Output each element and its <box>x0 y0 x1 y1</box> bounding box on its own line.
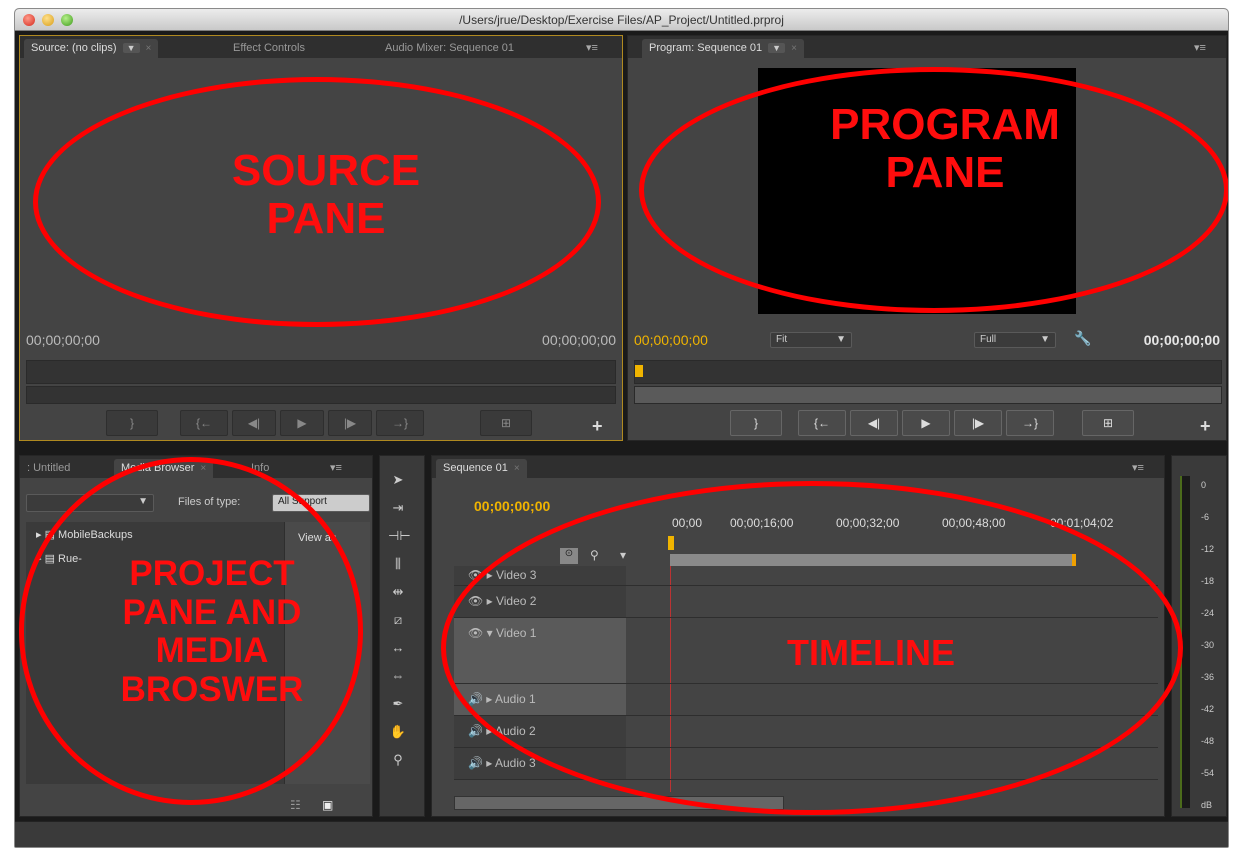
program-tab-bar: Program: Sequence 01 ▼ × ▾≡ <box>628 36 1226 58</box>
source-time-ruler[interactable] <box>26 360 616 384</box>
slide-tool-icon[interactable]: ⇔ <box>388 666 408 686</box>
ripple-edit-tool-icon[interactable]: ⊣⊢ <box>388 526 411 546</box>
rolling-edit-tool-icon[interactable]: ⫼ <box>388 554 408 574</box>
icon-view-icon[interactable]: ▣ <box>322 798 333 812</box>
timeline-tab-bar: Sequence 01 × ▾≡ <box>432 456 1164 478</box>
panel-menu-icon[interactable]: ▾≡ <box>1132 461 1144 474</box>
go-to-in-button[interactable]: {← <box>798 410 846 436</box>
track-label: Audio 3 <box>494 756 536 770</box>
slip-tool-icon[interactable]: ↔ <box>388 638 408 658</box>
mark-out-button[interactable]: } <box>730 410 782 436</box>
add-button-icon[interactable]: + <box>1200 416 1211 437</box>
title-bar: /Users/jrue/Desktop/Exercise Files/AP_Pr… <box>15 9 1228 31</box>
panel-menu-icon[interactable]: ▾≡ <box>1194 41 1206 54</box>
tab-audio-mixer[interactable]: Audio Mixer: Sequence 01 <box>378 39 521 58</box>
program-timecode-left[interactable]: 00;00;00;00 <box>634 332 708 348</box>
status-bar <box>15 821 1228 847</box>
source-tab-bar: Source: (no clips) ▼ × Effect Controls Aud… <box>20 36 622 58</box>
lift-button[interactable]: ⊞ <box>1082 410 1134 436</box>
timeline-timecode[interactable]: 00;00;00;00 <box>474 498 550 514</box>
close-icon[interactable]: × <box>514 463 520 474</box>
meter-label: -24 <box>1201 608 1215 618</box>
timeline-annotation-text: TIMELINE <box>787 632 955 673</box>
meter-label: -12 <box>1201 544 1215 554</box>
speaker-icon[interactable]: 🔊 <box>468 724 483 738</box>
source-timecode-right[interactable]: 00;00;00;00 <box>542 332 616 348</box>
project-annotation-text: PROJECT PANE AND MEDIA BROSWER <box>120 554 304 709</box>
meter-label: -42 <box>1201 704 1215 714</box>
pen-tool-icon[interactable]: ✒ <box>388 694 408 714</box>
play-button[interactable]: ▶ <box>902 410 950 436</box>
quality-dropdown[interactable]: Full ▼ <box>974 332 1056 348</box>
program-timecode-right[interactable]: 00;00;00;00 <box>1144 332 1220 348</box>
meter-label: -30 <box>1201 640 1215 650</box>
meter-label: -6 <box>1201 512 1210 522</box>
window-title: /Users/jrue/Desktop/Exercise Files/AP_Pr… <box>459 13 784 27</box>
program-time-ruler[interactable] <box>634 360 1222 384</box>
step-forward-button[interactable]: |▶ <box>954 410 1002 436</box>
meter-label: -18 <box>1201 576 1215 586</box>
step-forward-button[interactable]: |▶ <box>328 410 372 436</box>
meter-label: -54 <box>1201 768 1215 778</box>
source-timecode-left[interactable]: 00;00;00;00 <box>26 332 100 348</box>
add-button-icon[interactable]: + <box>592 416 603 437</box>
panel-menu-icon[interactable]: ▾≡ <box>586 41 598 54</box>
track-select-tool-icon[interactable]: ⇥ <box>388 498 408 518</box>
step-back-button[interactable]: ◀| <box>850 410 898 436</box>
source-scroll-bar[interactable] <box>26 386 616 404</box>
app-window: /Users/jrue/Desktop/Exercise Files/AP_Pr… <box>14 8 1229 848</box>
tab-program[interactable]: Program: Sequence 01 ▼ × <box>642 39 804 58</box>
chevron-down-icon[interactable]: ▼ <box>768 43 786 53</box>
step-back-button[interactable]: ◀| <box>232 410 276 436</box>
wrench-icon[interactable]: 🔧 <box>1074 330 1091 347</box>
close-icon[interactable]: × <box>146 43 152 54</box>
speaker-icon[interactable]: 🔊 <box>468 756 483 770</box>
program-scroll-bar[interactable] <box>634 386 1222 404</box>
meter-label: 0 <box>1201 480 1207 490</box>
tab-sequence-01[interactable]: Sequence 01 × <box>436 459 527 478</box>
tab-effect-controls[interactable]: Effect Controls <box>226 39 312 58</box>
go-to-in-button[interactable]: {← <box>180 410 228 436</box>
tab-project[interactable]: : Untitled <box>20 459 77 478</box>
tools-panel: ➤ ⇥ ⊣⊢ ⫼ ⇹ ⧄ ↔ ⇔ ✒ ✋ ⚲ <box>379 455 425 817</box>
tab-source[interactable]: Source: (no clips) ▼ × <box>24 39 159 58</box>
chevron-down-icon[interactable]: ▼ <box>122 43 140 53</box>
zoom-tool-icon[interactable]: ⚲ <box>388 750 408 770</box>
close-icon[interactable]: × <box>791 43 797 54</box>
mark-out-button[interactable]: } <box>106 410 158 436</box>
selection-tool-icon[interactable]: ➤ <box>388 470 408 490</box>
go-to-out-button[interactable]: →} <box>376 410 424 436</box>
rate-stretch-tool-icon[interactable]: ⇹ <box>388 582 408 602</box>
fit-dropdown[interactable]: Fit ▼ <box>770 332 852 348</box>
meter-label: -36 <box>1201 672 1215 682</box>
insert-button[interactable]: ⊞ <box>480 410 532 436</box>
source-annotation-text: SOURCE PANE <box>231 146 421 244</box>
hand-tool-icon[interactable]: ✋ <box>388 722 408 742</box>
go-to-out-button[interactable]: →} <box>1006 410 1054 436</box>
panel-menu-icon[interactable]: ▾≡ <box>330 461 342 474</box>
play-button[interactable]: ▶ <box>280 410 324 436</box>
program-annotation-text: PROGRAM PANE <box>830 100 1060 198</box>
list-view-icon[interactable]: ☷ <box>290 798 301 812</box>
meter-label: dB <box>1201 800 1213 810</box>
playhead-icon[interactable] <box>635 365 643 377</box>
razor-tool-icon[interactable]: ⧄ <box>388 610 408 630</box>
meter-label: -48 <box>1201 736 1215 746</box>
